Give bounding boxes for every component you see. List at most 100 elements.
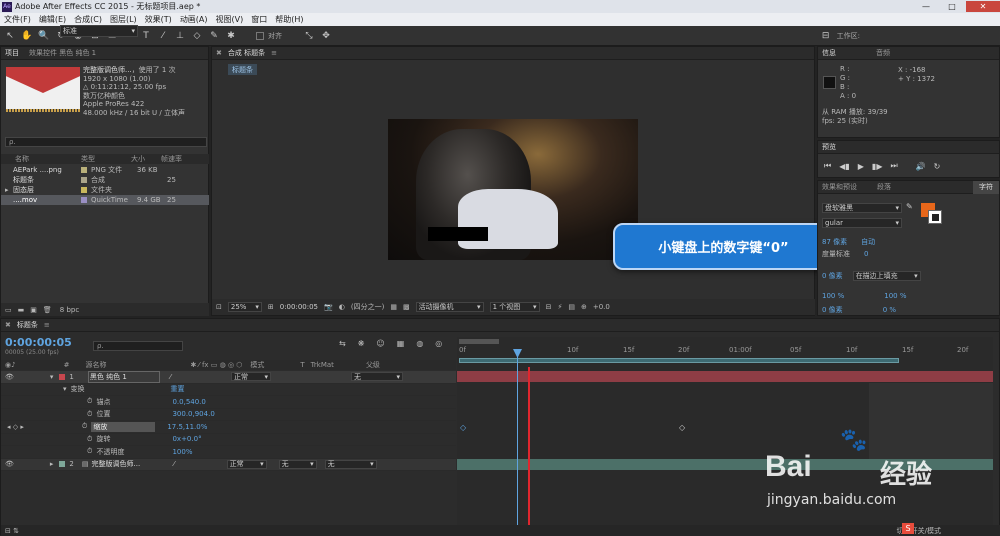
trkmat-dropdown[interactable]: 无 ▾ [278,459,317,469]
parent-dropdown[interactable]: 无 ▾ [351,372,404,382]
menu-help[interactable]: 帮助(H) [271,14,307,25]
last-frame-icon[interactable]: ⏭ [890,161,897,171]
tsume-value[interactable]: 0 % [883,306,896,314]
table-row[interactable]: ⏱ 锚点 0.0,540.0 [1,396,456,409]
list-item[interactable]: ....mov QuickTime 9.4 GB 25 [1,195,209,205]
keyframe-icon[interactable]: ◇ [679,423,685,432]
shy-icon[interactable]: ☺ [376,339,384,348]
folder-expand-icon[interactable]: ▸ [5,186,13,194]
clone-stamp-tool-icon[interactable]: ⊥ [173,29,187,43]
timeline-search-input[interactable]: ρ. [93,341,183,351]
list-item[interactable]: 标题条 合成 25 [1,175,209,185]
tab-audio[interactable]: 音频 [876,48,890,58]
layer-name[interactable]: 黑色 纯色 1 [87,370,160,383]
layer1-duration-bar[interactable] [457,371,993,382]
views-dropdown[interactable]: 1 个视图 ▾ [489,302,540,312]
always-preview-icon[interactable]: ⊡ [216,303,222,311]
col-type[interactable]: 类型 [81,154,131,164]
snap-option2-icon[interactable]: ✥ [319,29,333,43]
parent-dropdown[interactable]: 无 ▾ [324,459,377,469]
prev-frame-icon[interactable]: ◀▮ [839,162,850,171]
magnification-dropdown[interactable]: 25% ▾ [227,302,262,312]
prop-value[interactable]: 17.5,11.0% [167,423,207,431]
menu-view[interactable]: 视图(V) [212,14,248,25]
comp-current-time[interactable]: 0:00:00:05 [280,303,318,311]
play-icon[interactable]: ▶ [858,162,864,171]
loop-icon[interactable]: ↻ [934,162,941,171]
new-folder-icon[interactable]: ▬ [18,306,25,314]
transparency-icon[interactable]: ▩ [403,303,410,311]
expand-arrow-icon[interactable]: ▾ [63,385,67,393]
stopwatch-icon[interactable]: ⏱ [87,397,92,406]
kerning-value[interactable]: 度量标准 [822,249,850,259]
snap-checkbox[interactable] [256,31,264,40]
roto-brush-tool-icon[interactable]: ✎ [207,29,221,43]
tab-timeline[interactable]: 标题条 [17,320,38,330]
timeline-close-icon[interactable]: ✖ [5,321,11,329]
list-item[interactable]: ▸ 固态层 文件夹 [1,185,209,195]
prop-value[interactable]: 300.0,904.0 [172,410,214,418]
selection-tool-icon[interactable]: ↖ [3,29,17,43]
visibility-eye-icon[interactable]: 👁 [5,460,14,468]
list-item[interactable]: AEPark ....png PNG 文件 36 KB [1,165,209,175]
keyframe-icon[interactable]: ◇ [460,423,466,432]
tab-effects-presets[interactable]: 效果和预设 [822,182,857,192]
horizontal-scale-value[interactable]: 100 % [884,292,906,300]
av-switch-icon[interactable]: ◉♪ [5,361,16,369]
graph-editor-icon[interactable]: ◎ [435,339,442,348]
table-row[interactable]: 👁 ▸ 2 ▤ 完整版调色师... ⁄ 正常 ▾ 无 ▾ 无 ▾ [1,458,456,471]
eyedropper-icon[interactable]: ✎ [906,202,913,211]
new-comp-icon[interactable]: ▣ [30,306,37,314]
timeline-icon[interactable]: ▤ [568,303,575,311]
col-name[interactable]: 名称 [15,154,81,164]
mute-icon[interactable]: 🔊 [916,162,926,171]
footer-layer-icon[interactable]: ⊟ ⇅ [5,527,19,535]
eraser-tool-icon[interactable]: ◇ [190,29,204,43]
col-fps[interactable]: 帧速率 [161,154,191,164]
menu-file[interactable]: 文件(F) [0,14,35,25]
camera-dropdown[interactable]: 活动摄像机 ▾ [415,302,484,312]
toggle-pixel-icon[interactable]: ⊟ [546,303,552,311]
stopwatch-icon[interactable]: ⏱ [87,447,92,456]
frame-blending-icon[interactable]: ▦ [397,339,405,348]
table-row[interactable]: ⏱ 旋转 0x+0.0° [1,434,456,446]
work-area-bar[interactable] [459,358,899,363]
blend-mode-dropdown[interactable]: 正常 ▾ [226,459,267,469]
snap-option-icon[interactable]: ⤡ [302,29,316,43]
tracking-value[interactable]: 0 [864,250,868,258]
font-size-value[interactable]: 87 像素 [822,237,847,247]
baseline-shift-value[interactable]: 0 像素 [822,305,843,315]
layer-name[interactable]: 完整版调色师... [92,459,164,469]
menu-effect[interactable]: 效果(T) [141,14,176,25]
table-row[interactable]: ⏱ 位置 300.0,904.0 [1,409,456,421]
menu-layer[interactable]: 图层(L) [106,14,141,25]
motion-blur-icon[interactable]: ◍ [416,339,423,348]
stroke-mode-dropdown[interactable]: 在描边上填充 ▾ [852,271,921,281]
table-row[interactable]: ▾ 变换 重置 [1,384,456,396]
menu-animation[interactable]: 动画(A) [176,14,212,25]
prop-value[interactable]: 0.0,540.0 [172,398,205,406]
time-ruler[interactable]: 0f 10f 15f 20f 01:00f 05f 10f 15f 20f [457,344,993,356]
resolution-dropdown[interactable]: (四分之一) [351,302,384,312]
maximize-button[interactable]: □ [940,1,964,12]
timeline-current-time[interactable]: 0:00:00:05 [5,336,72,349]
type-tool-icon[interactable]: T [139,29,153,43]
stopwatch-icon[interactable]: ⏱ [87,435,92,444]
col-source-name[interactable]: 源名称 [85,360,106,370]
table-row[interactable]: 👁 ▾ 1 黑色 纯色 1 ⁄ 正常 ▾ 无 ▾ [1,370,456,384]
table-row[interactable]: ⏱ 不透明度 100% [1,446,456,459]
first-frame-icon[interactable]: ⏮ [824,161,831,171]
stroke-width-value[interactable]: 0 像素 [822,271,843,281]
zoom-tool-icon[interactable]: 🔍 [37,29,51,43]
menu-edit[interactable]: 编辑(E) [35,14,70,25]
comp-mini-flowchart-icon[interactable]: ⇆ [339,339,346,348]
comp-panel-lock-icon[interactable]: ✖ [216,49,222,57]
tab-effect-controls[interactable]: 效果控件 黑色 纯色 1 [29,48,96,58]
col-size[interactable]: 大小 [131,154,161,164]
panel-menu-icon[interactable]: ≡ [271,49,277,57]
tab-info[interactable]: 信息 [822,48,836,58]
safe-zones-icon[interactable]: ⊞ [268,303,274,311]
exposure-value[interactable]: +0.0 [593,303,610,311]
menu-composition[interactable]: 合成(C) [70,14,106,25]
visibility-eye-icon[interactable]: 👁 [5,373,14,381]
